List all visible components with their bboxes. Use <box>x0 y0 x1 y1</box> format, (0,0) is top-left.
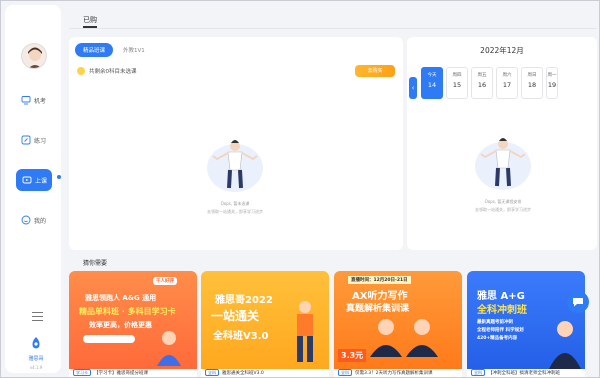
brand-name: 雅思哥 <box>28 356 44 362</box>
schedule-panel: 2022年12月 ‹ 今天 14 周四 15 周五 16 周六 17 周日 18 周一 19… <box>407 37 597 250</box>
person-shrug-illustration <box>475 138 531 190</box>
empty-state: Oops, 暂无课程安排 去领取一站通关，即享学习进步 <box>453 130 553 213</box>
day-item[interactable]: 周一 19 <box>546 67 558 99</box>
sidebar-item-label: 上课 <box>35 177 48 185</box>
empty-subtitle: 去领取一站通关，即享学习进步 <box>207 209 263 214</box>
sidebar-item-practice[interactable]: 练习 <box>15 129 53 151</box>
course-card[interactable]: 直播时间：12月20日-21日 AX听力写作 真题解析集训课 3.3元 全科 仅需… <box>334 271 462 377</box>
avatar[interactable] <box>21 43 47 69</box>
purchased-courses-panel: 精品班课 外教1V1 共剩余0科目未选课 去购买 Oops, 暂未选课 去领取一… <box>69 37 403 250</box>
course-label: 全科 雅思通关全科班V3.0 <box>201 369 329 377</box>
buy-button[interactable]: 去购买 <box>355 65 395 77</box>
course-tabs: 精品班课 外教1V1 <box>75 43 153 57</box>
edit-icon <box>21 135 31 145</box>
course-banner: 雅思 A+G 全科冲刺班 最新真题考前冲刺 全程老师陪伴 科学规划 420+精品… <box>467 271 585 369</box>
day-strip: 今天 14 周四 15 周五 16 周六 17 周日 18 周一 19 <box>421 67 558 99</box>
calendar-month: 2022年12月 <box>480 46 524 55</box>
day-item[interactable]: 周日 18 <box>521 67 543 99</box>
active-indicator <box>57 175 61 179</box>
course-label: 全科 仅需3.3！2天听力写作真题解析集训课 <box>334 369 462 377</box>
chat-button[interactable] <box>567 291 589 313</box>
day-item[interactable]: 周四 15 <box>446 67 468 99</box>
unselected-text: 共剩余0科目未选课 <box>89 69 137 75</box>
divider <box>69 28 597 29</box>
course-label: 全科 【冲刺全科班】搞清老师全科冲刺班 <box>467 369 585 377</box>
day-item[interactable]: 周五 16 <box>471 67 493 99</box>
page-title[interactable]: 已购 <box>83 15 97 25</box>
course-banner: 千人好评 雅思领跑人 A&G 通用 精品单科班 · 多科目学习卡 效率更高，价格… <box>69 271 197 369</box>
course-banner: 直播时间：12月20日-21日 AX听力写作 真题解析集训课 3.3元 <box>334 271 462 369</box>
tab-premium[interactable]: 精品班课 <box>75 43 114 57</box>
class-icon <box>22 176 32 184</box>
sidebar-item-mine[interactable]: 我的 <box>15 209 53 231</box>
day-item[interactable]: 今天 14 <box>421 67 443 99</box>
menu-icon[interactable] <box>32 312 43 324</box>
course-card[interactable]: 千人好评 雅思领跑人 A&G 通用 精品单科班 · 多科目学习卡 效率更高，价格… <box>69 271 197 377</box>
smile-icon <box>21 215 31 225</box>
day-item[interactable]: 周六 17 <box>496 67 518 99</box>
course-label: 学习卡 【学习卡】雅思哥提分班课 <box>69 369 197 377</box>
version: v4.1.9 <box>29 365 43 370</box>
sidebar-item-label: 机考 <box>34 97 47 105</box>
bulb-icon <box>77 67 85 75</box>
empty-subtitle: 去领取一站通关，即享学习进步 <box>475 207 531 212</box>
chevron-left-icon[interactable]: ‹ <box>409 77 417 99</box>
empty-caption: Oops, 暂无课程安排 <box>484 199 522 204</box>
app-window: 机考 练习 上课 我的 雅思哥 v4.1.9 已购 精品班课 外教1V1 共剩余… <box>0 0 600 378</box>
empty-state: Oops, 暂未选课 去领取一站通关，即享学习进步 <box>195 132 275 215</box>
chat-icon <box>573 298 583 307</box>
section-title: 猜你需要 <box>83 260 108 267</box>
logo-icon <box>32 337 40 349</box>
monitor-icon <box>21 96 31 105</box>
sidebar-item-class[interactable]: 上课 <box>16 169 52 191</box>
person-shrug-illustration <box>207 140 263 192</box>
sidebar-item-label: 练习 <box>34 137 47 145</box>
sidebar-item-label: 我的 <box>34 217 47 225</box>
tab-1v1[interactable]: 外教1V1 <box>115 43 153 57</box>
empty-caption: Oops, 暂未选课 <box>220 201 250 206</box>
sidebar: 机考 练习 上课 我的 雅思哥 v4.1.9 <box>5 5 61 373</box>
brand: 雅思哥 v4.1.9 <box>23 335 49 370</box>
course-card[interactable]: 雅思哥2022 一站通关 全科班V3.0 全科 雅思通关全科班V3.0 <box>201 271 329 377</box>
sidebar-item-exam[interactable]: 机考 <box>15 89 53 111</box>
unselected-notice: 共剩余0科目未选课 <box>77 67 137 75</box>
course-banner: 雅思哥2022 一站通关 全科班V3.0 <box>201 271 329 369</box>
course-card[interactable]: 雅思 A+G 全科冲刺班 最新真题考前冲刺 全程老师陪伴 科学规划 420+精品… <box>467 271 585 377</box>
